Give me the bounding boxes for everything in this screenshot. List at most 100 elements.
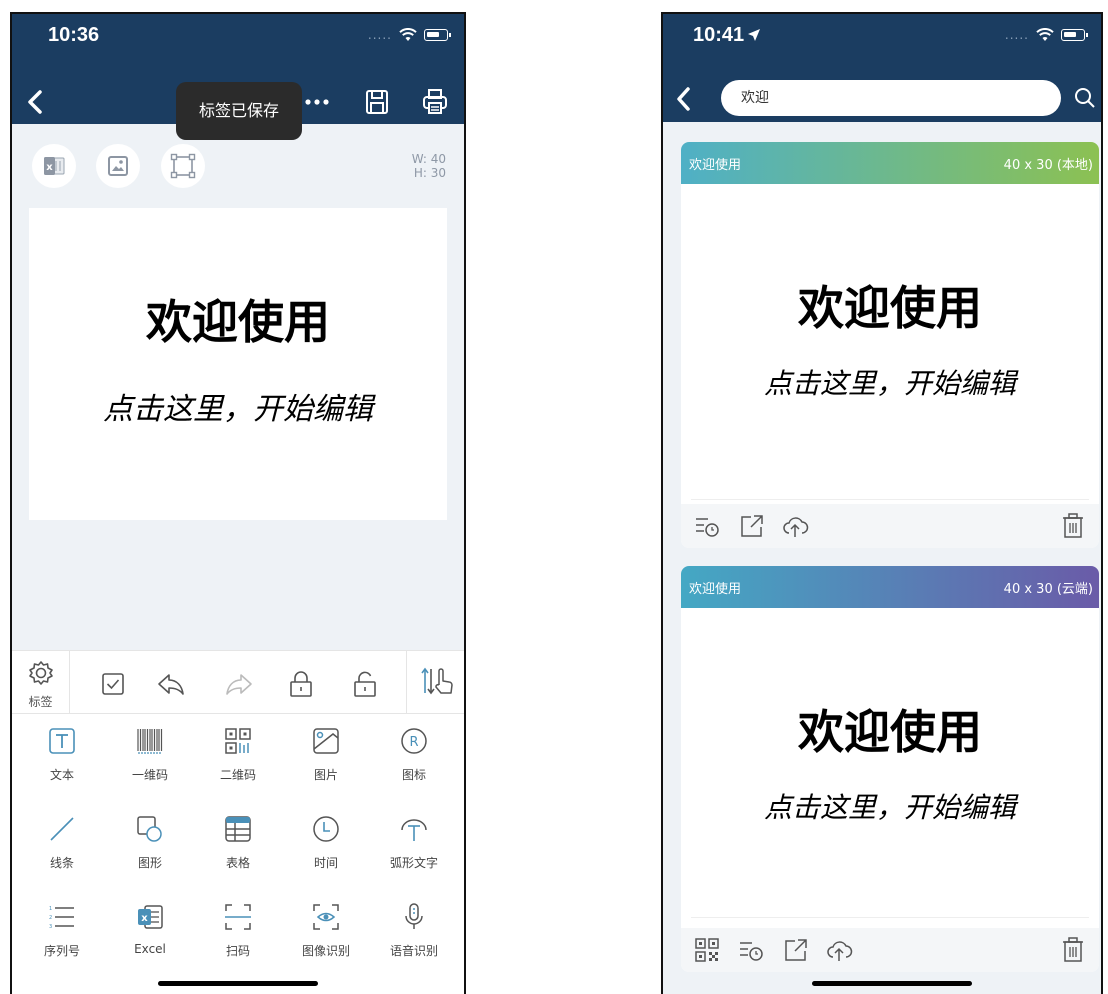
tool-voice-recognition[interactable]: 语音识别 [370, 890, 458, 978]
card-name: 欢迎使用 [689, 157, 742, 173]
print-history-icon[interactable] [737, 936, 765, 964]
search-input[interactable]: 欢迎 [721, 80, 1061, 116]
trash-icon[interactable] [1059, 936, 1087, 964]
excel-icon: x [44, 157, 65, 175]
tool-label: 图标 [401, 768, 426, 782]
qrcode-icon[interactable] [693, 936, 721, 964]
card-actions [681, 928, 1099, 972]
label-canvas[interactable]: 欢迎使用 点击这里，开始编辑 [29, 208, 447, 520]
trash-icon[interactable] [1059, 512, 1087, 540]
cloud-upload-icon[interactable] [825, 936, 853, 964]
tool-serial[interactable]: 1 2 3 序列号 [18, 890, 106, 978]
print-history-icon[interactable] [693, 512, 721, 540]
tool-table[interactable]: 表格 [194, 802, 282, 890]
preview-subtitle: 点击这里，开始编辑 [763, 367, 1016, 400]
label-card[interactable]: 欢迎使用 40 x 30 (本地) 欢迎使用 点击这里，开始编辑 [681, 142, 1099, 548]
share-icon[interactable] [781, 936, 809, 964]
tool-label: 线条 [49, 856, 74, 870]
arc-text-icon [401, 819, 427, 841]
tool-label: 序列号 [43, 944, 80, 958]
import-excel-button[interactable]: x [32, 144, 76, 188]
cloud-upload-icon[interactable] [781, 512, 809, 540]
lock-icon[interactable] [286, 669, 316, 699]
back-icon[interactable] [671, 84, 699, 114]
svg-text:x: x [141, 913, 148, 924]
shape-icon [137, 816, 162, 842]
tool-label: 弧形文字 [389, 856, 438, 870]
status-bar: 10:41 ..... 欢迎 [663, 14, 1101, 122]
status-indicators: ..... [368, 28, 451, 42]
status-bar: 10:36 ..... [12, 14, 464, 80]
wifi-icon [1036, 28, 1054, 41]
label-dimensions: W: 40 H: 30 [412, 152, 446, 180]
svg-text:3: 3 [49, 924, 52, 930]
border-button[interactable] [161, 144, 205, 188]
edit-toolbar: 标签 [12, 650, 464, 714]
tool-label: 表格 [225, 856, 250, 870]
card-name: 欢迎使用 [689, 581, 742, 597]
search-icon[interactable] [1073, 86, 1097, 110]
tool-text[interactable]: 文本 [18, 714, 106, 802]
status-time: 10:41 [693, 24, 745, 46]
undo-icon[interactable] [156, 669, 186, 699]
settings-label: 标签 [28, 695, 53, 709]
element-palette: 文本 一维码 二维码 图片 R 图标 线条 图形 表格 时间 弧形文字 1 2 … [12, 714, 464, 994]
preview-title: 欢迎使用 [798, 281, 982, 335]
back-icon[interactable] [22, 86, 52, 118]
clock-icon [313, 816, 339, 842]
tool-line[interactable]: 线条 [18, 802, 106, 890]
excel-icon: x [138, 905, 163, 929]
unlock-icon[interactable] [350, 669, 380, 699]
tool-scan[interactable]: 扫码 [194, 890, 282, 978]
share-icon[interactable] [737, 512, 765, 540]
layer-order-button[interactable] [406, 651, 464, 714]
label-card[interactable]: 欢迎使用 40 x 30 (云端) 欢迎使用 点击这里，开始编辑 [681, 566, 1099, 972]
registered-icon: R [401, 728, 427, 754]
signal-icon: ..... [1004, 28, 1029, 42]
more-icon[interactable] [302, 88, 332, 116]
label-height: H: 30 [413, 166, 446, 180]
tool-icon[interactable]: R 图标 [370, 714, 458, 802]
tool-label: 文本 [49, 768, 74, 782]
redo-icon[interactable] [224, 669, 254, 699]
multi-select-icon[interactable] [98, 669, 128, 699]
tool-image[interactable]: 图片 [282, 714, 370, 802]
microphone-icon [405, 903, 423, 929]
label-title-text[interactable]: 欢迎使用 [29, 286, 447, 352]
image-icon [108, 156, 128, 176]
svg-text:x: x [46, 162, 53, 173]
frame-icon [170, 153, 196, 179]
tool-time[interactable]: 时间 [282, 802, 370, 890]
card-header: 欢迎使用 40 x 30 (本地) [681, 142, 1099, 184]
print-icon[interactable] [420, 88, 450, 116]
preview-title: 欢迎使用 [798, 705, 982, 759]
tool-label: 图片 [313, 768, 338, 782]
tool-arc-text[interactable]: 弧形文字 [370, 802, 458, 890]
label-subtitle-text[interactable]: 点击这里，开始编辑 [29, 384, 447, 428]
card-preview[interactable]: 欢迎使用 点击这里，开始编辑 [691, 618, 1089, 918]
tool-barcode[interactable]: 一维码 [106, 714, 194, 802]
tool-label: 图像识别 [301, 944, 350, 958]
card-actions [681, 504, 1099, 548]
card-size: 40 x 30 (云端) [1003, 581, 1093, 597]
tool-qrcode[interactable]: 二维码 [194, 714, 282, 802]
card-size: 40 x 30 (本地) [1003, 157, 1093, 173]
tool-image-recognition[interactable]: 图像识别 [282, 890, 370, 978]
tool-label: Excel [134, 942, 166, 956]
barcode-icon [137, 729, 163, 754]
save-icon[interactable] [362, 88, 392, 116]
qrcode-icon [225, 728, 251, 754]
label-settings-button[interactable]: 标签 [12, 651, 70, 714]
tool-label: 时间 [313, 856, 338, 870]
home-indicator [158, 981, 318, 986]
tool-excel[interactable]: x Excel [106, 890, 194, 978]
label-editor-screen: 10:36 ..... 标签已保存 x W: 40 H: 30 欢迎使用 点击这… [10, 12, 466, 994]
toast-saved: 标签已保存 [176, 82, 302, 140]
background-image-button[interactable] [96, 144, 140, 188]
image-recognition-icon [313, 904, 339, 930]
tool-shape[interactable]: 图形 [106, 802, 194, 890]
preview-subtitle: 点击这里，开始编辑 [763, 791, 1016, 824]
svg-text:R: R [409, 735, 418, 750]
tool-label: 扫码 [225, 944, 250, 958]
card-preview[interactable]: 欢迎使用 点击这里，开始编辑 [691, 194, 1089, 500]
